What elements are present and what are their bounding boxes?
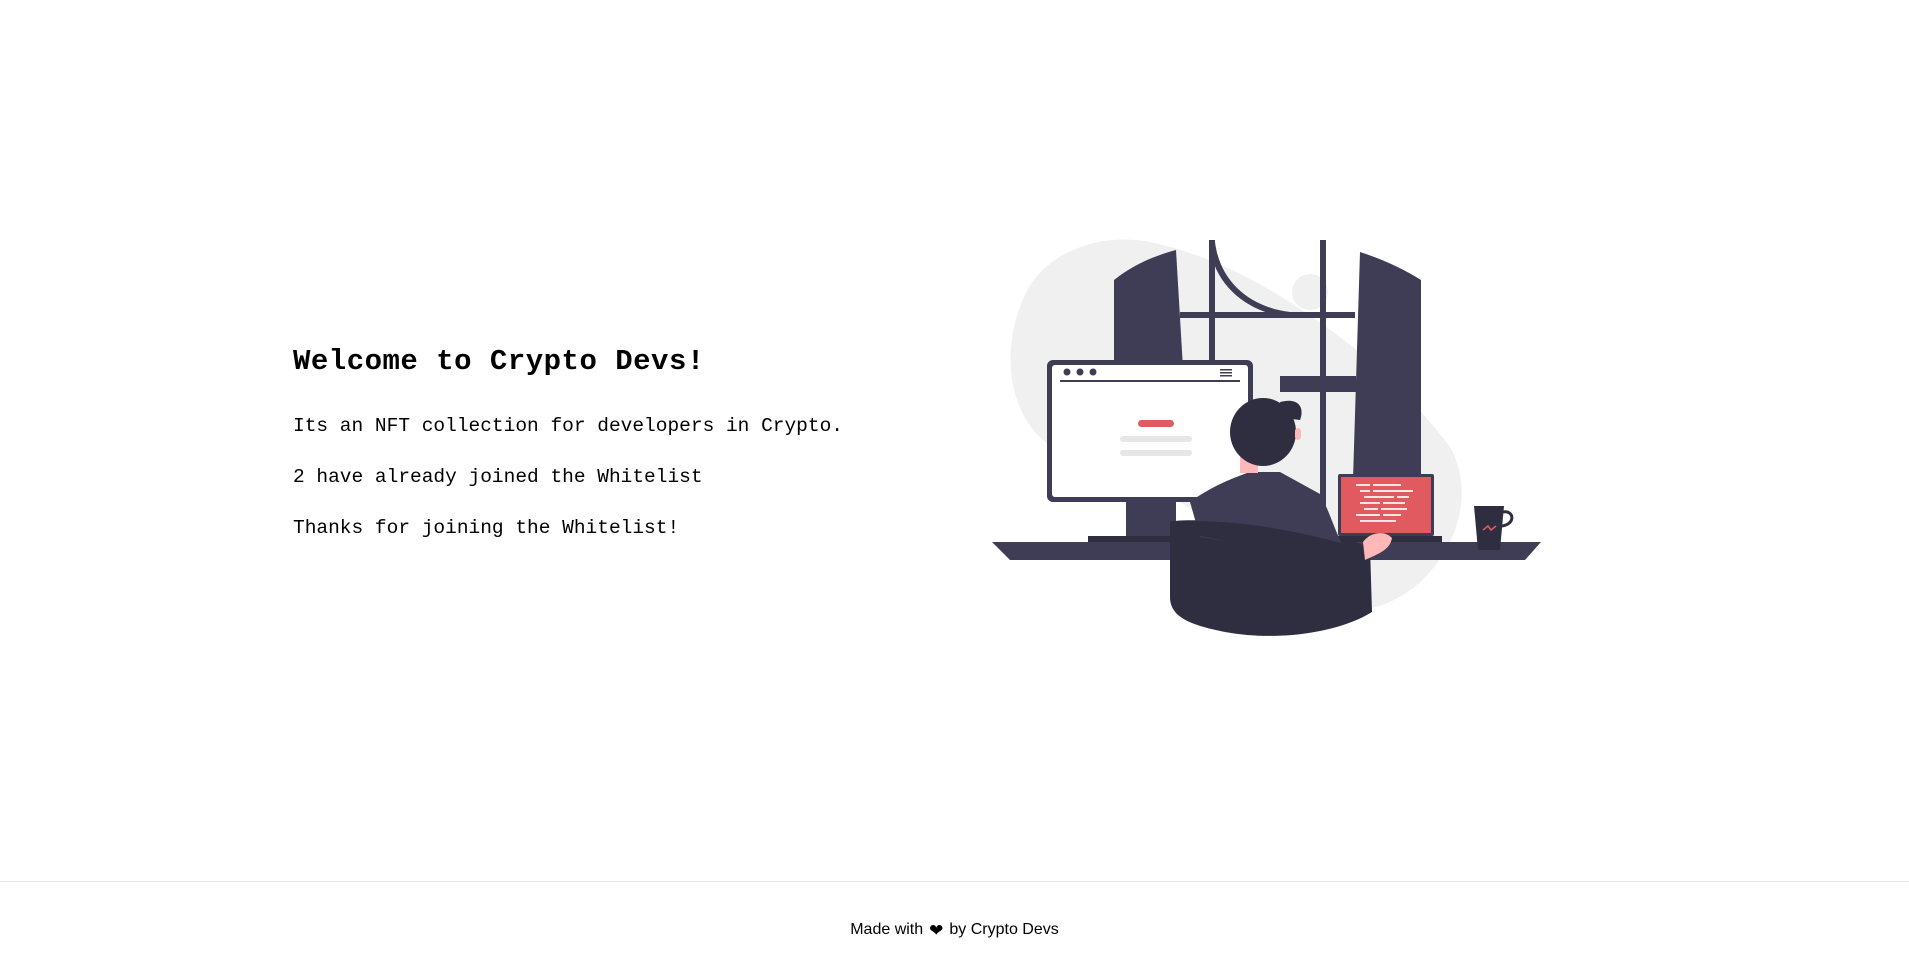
monitor-stand xyxy=(1126,502,1176,536)
collection-description: Its an NFT collection for developers in … xyxy=(293,415,843,437)
main-content: Welcome to Crypto Devs! Its an NFT colle… xyxy=(0,0,1909,881)
whitelist-status-message: Thanks for joining the Whitelist! xyxy=(293,517,680,539)
hero-text: Welcome to Crypto Devs! Its an NFT colle… xyxy=(293,340,933,540)
footer-suffix: by Crypto Devs xyxy=(949,921,1059,938)
monitor-screen xyxy=(1052,365,1248,497)
heart-icon: ❤ xyxy=(929,920,944,940)
window-sill xyxy=(1280,376,1356,392)
page-title: Welcome to Crypto Devs! xyxy=(293,345,705,378)
window-crossbar xyxy=(1180,312,1355,318)
monitor-titlebar-line xyxy=(1060,380,1240,382)
whitelist-count: 2 have already joined the Whitelist xyxy=(293,466,703,488)
developer-at-desk-illustration xyxy=(980,232,1560,652)
footer: Made with ❤ by Crypto Devs xyxy=(0,881,1909,978)
right-curtain xyxy=(1352,252,1421,512)
footer-prefix: Made with xyxy=(850,921,924,938)
screen-red-button xyxy=(1138,420,1174,427)
